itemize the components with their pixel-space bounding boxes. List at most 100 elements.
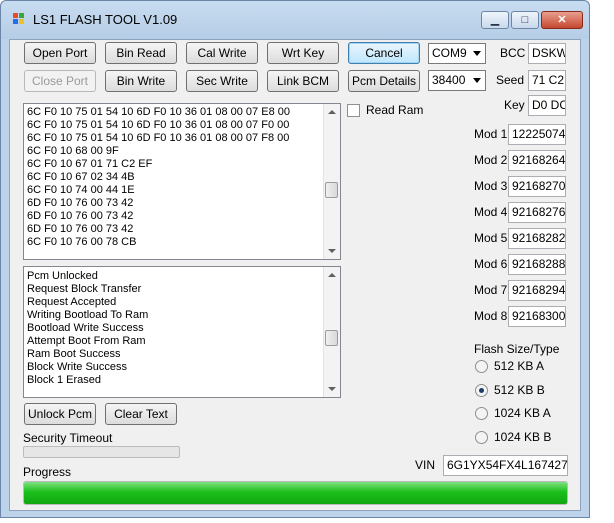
close-port-button[interactable]: Close Port xyxy=(24,70,96,92)
hex-log-line: 6C F0 10 75 01 54 10 6D F0 10 36 01 08 0… xyxy=(27,119,290,131)
minimize-button[interactable]: ▁ xyxy=(481,11,509,29)
close-button[interactable]: ✕ xyxy=(541,11,583,29)
flash-size-option-label: 1024 KB A xyxy=(494,406,551,420)
mod-field[interactable]: 92168294 xyxy=(508,280,566,301)
hex-log-line: 6C F0 10 67 02 34 4B xyxy=(27,171,135,183)
sec-write-button[interactable]: Sec Write xyxy=(186,70,258,92)
clear-text-button[interactable]: Clear Text xyxy=(105,403,177,425)
window-title: LS1 FLASH TOOL V1.09 xyxy=(33,12,178,27)
title-bar[interactable]: LS1 FLASH TOOL V1.09 ▁ □ ✕ xyxy=(1,1,589,39)
com-port-select[interactable]: COM9 xyxy=(428,43,486,64)
mod-field[interactable]: 92168270 xyxy=(508,176,566,197)
maximize-button[interactable]: □ xyxy=(511,11,539,29)
com-port-value: COM9 xyxy=(432,46,467,60)
wrt-key-button[interactable]: Wrt Key xyxy=(267,42,339,64)
status-log-line: Ram Boot Success xyxy=(27,348,121,360)
mod-label: Mod 4 xyxy=(474,205,508,219)
close-icon: ✕ xyxy=(557,14,567,26)
scroll-thumb[interactable] xyxy=(325,330,338,346)
status-log-line: Writing Bootload To Ram xyxy=(27,309,149,321)
status-log-list[interactable]: Pcm Unlocked Request Block Transfer Reques… xyxy=(23,266,341,398)
flash-size-label: Flash Size/Type xyxy=(474,342,560,356)
seed-label: Seed xyxy=(496,73,525,87)
mod-label: Mod 7 xyxy=(474,283,508,297)
security-timeout-bar xyxy=(23,446,180,458)
status-log-line: Block Write Success xyxy=(27,361,128,373)
mod-label: Mod 3 xyxy=(474,179,508,193)
seed-field[interactable]: 71 C2 xyxy=(528,70,566,91)
mod-field[interactable]: 92168282 xyxy=(508,228,566,249)
progress-fill xyxy=(24,482,567,504)
scroll-down-icon[interactable] xyxy=(328,387,336,391)
status-log-line: Block 1 Erased xyxy=(27,374,101,386)
scroll-up-icon[interactable] xyxy=(328,110,336,114)
flash-size-radio[interactable] xyxy=(475,360,488,373)
hex-log-line: 6C F0 10 75 01 54 10 6D F0 10 36 01 08 0… xyxy=(27,106,290,118)
chevron-down-icon xyxy=(473,51,481,56)
status-log-line: Request Accepted xyxy=(27,296,117,308)
scroll-down-icon[interactable] xyxy=(328,249,336,253)
link-bcm-button[interactable]: Link BCM xyxy=(267,70,339,92)
mod-field[interactable]: 12225074 xyxy=(508,124,566,145)
hex-log-line: 6C F0 10 76 00 78 CB xyxy=(27,236,137,248)
flash-size-option-label: 1024 KB B xyxy=(494,429,552,444)
flash-size-radio[interactable] xyxy=(475,383,488,397)
scroll-thumb[interactable] xyxy=(325,182,338,198)
status-log-lines: Pcm Unlocked Request Block Transfer Reques… xyxy=(24,267,340,387)
baud-rate-value: 38400 xyxy=(432,73,466,87)
mod-label: Mod 8 xyxy=(474,309,508,323)
mod-label: Mod 1 xyxy=(474,127,508,141)
bcc-label: BCC xyxy=(500,46,526,60)
read-ram-label: Read Ram xyxy=(366,103,424,117)
bcc-field[interactable]: DSKW xyxy=(528,43,566,64)
hex-log-line: 6D F0 10 76 00 73 42 xyxy=(27,223,134,235)
vin-field[interactable]: 6G1YX54FX4L167427 xyxy=(443,455,568,476)
progress-label: Progress xyxy=(23,465,72,479)
app-icon xyxy=(13,13,24,24)
status-log-scrollbar[interactable] xyxy=(323,267,340,397)
mod-field[interactable]: 92168264 xyxy=(508,150,566,171)
mod-label: Mod 2 xyxy=(474,153,508,167)
app-window: LS1 FLASH TOOL V1.09 ▁ □ ✕ Open Port Bin… xyxy=(0,0,590,518)
cancel-button[interactable]: Cancel xyxy=(348,42,420,64)
mod-field[interactable]: 92168300 xyxy=(508,306,566,327)
hex-log-line: 6C F0 10 75 01 54 10 6D F0 10 36 01 08 0… xyxy=(27,132,290,144)
client-area: Open Port Bin Read Cal Write Wrt Key Can… xyxy=(9,39,581,511)
mod-field[interactable]: 92168276 xyxy=(508,202,566,223)
flash-size-option-label: 512 KB A xyxy=(494,359,545,373)
progress-bar xyxy=(23,481,568,505)
hex-log-list[interactable]: 6C F0 10 75 01 54 10 6D F0 10 36 01 08 0… xyxy=(23,103,341,260)
hex-log-line: 6D F0 10 76 00 73 42 xyxy=(27,197,134,209)
hex-log-line: 6C F0 10 67 01 71 C2 EF xyxy=(27,158,153,170)
maximize-icon: □ xyxy=(521,14,529,26)
read-ram-checkbox[interactable] xyxy=(347,104,360,117)
pcm-details-button[interactable]: Pcm Details xyxy=(348,70,420,92)
minimize-icon: ▁ xyxy=(490,14,500,26)
hex-log-line: 6D F0 10 76 00 73 42 xyxy=(27,210,134,222)
status-log-line: Attempt Boot From Ram xyxy=(27,335,146,347)
security-timeout-label: Security Timeout xyxy=(23,431,113,445)
vin-label: VIN xyxy=(415,458,436,472)
hex-log-lines: 6C F0 10 75 01 54 10 6D F0 10 36 01 08 0… xyxy=(24,104,340,249)
bin-write-button[interactable]: Bin Write xyxy=(105,70,177,92)
hex-log-line: 6C F0 10 74 00 44 1E xyxy=(27,184,135,196)
chevron-down-icon xyxy=(473,78,481,83)
status-log-line: Bootload Write Success xyxy=(27,322,144,334)
unlock-pcm-button[interactable]: Unlock Pcm xyxy=(24,403,96,425)
key-label: Key xyxy=(504,98,525,112)
scroll-up-icon[interactable] xyxy=(328,273,336,277)
open-port-button[interactable]: Open Port xyxy=(24,42,96,64)
hex-log-scrollbar[interactable] xyxy=(323,104,340,259)
status-log-line: Pcm Unlocked xyxy=(27,270,98,282)
hex-log-line: 6C F0 10 68 00 9F xyxy=(27,145,119,157)
key-field[interactable]: D0 DC xyxy=(528,95,566,116)
flash-size-radio[interactable] xyxy=(475,407,488,420)
mod-label: Mod 6 xyxy=(474,257,508,271)
status-log-line: Request Block Transfer xyxy=(27,283,142,295)
mod-label: Mod 5 xyxy=(474,231,508,245)
flash-size-radio[interactable] xyxy=(475,430,488,444)
mod-field[interactable]: 92168288 xyxy=(508,254,566,275)
bin-read-button[interactable]: Bin Read xyxy=(105,42,177,64)
cal-write-button[interactable]: Cal Write xyxy=(186,42,258,64)
baud-rate-select[interactable]: 38400 xyxy=(428,70,486,91)
